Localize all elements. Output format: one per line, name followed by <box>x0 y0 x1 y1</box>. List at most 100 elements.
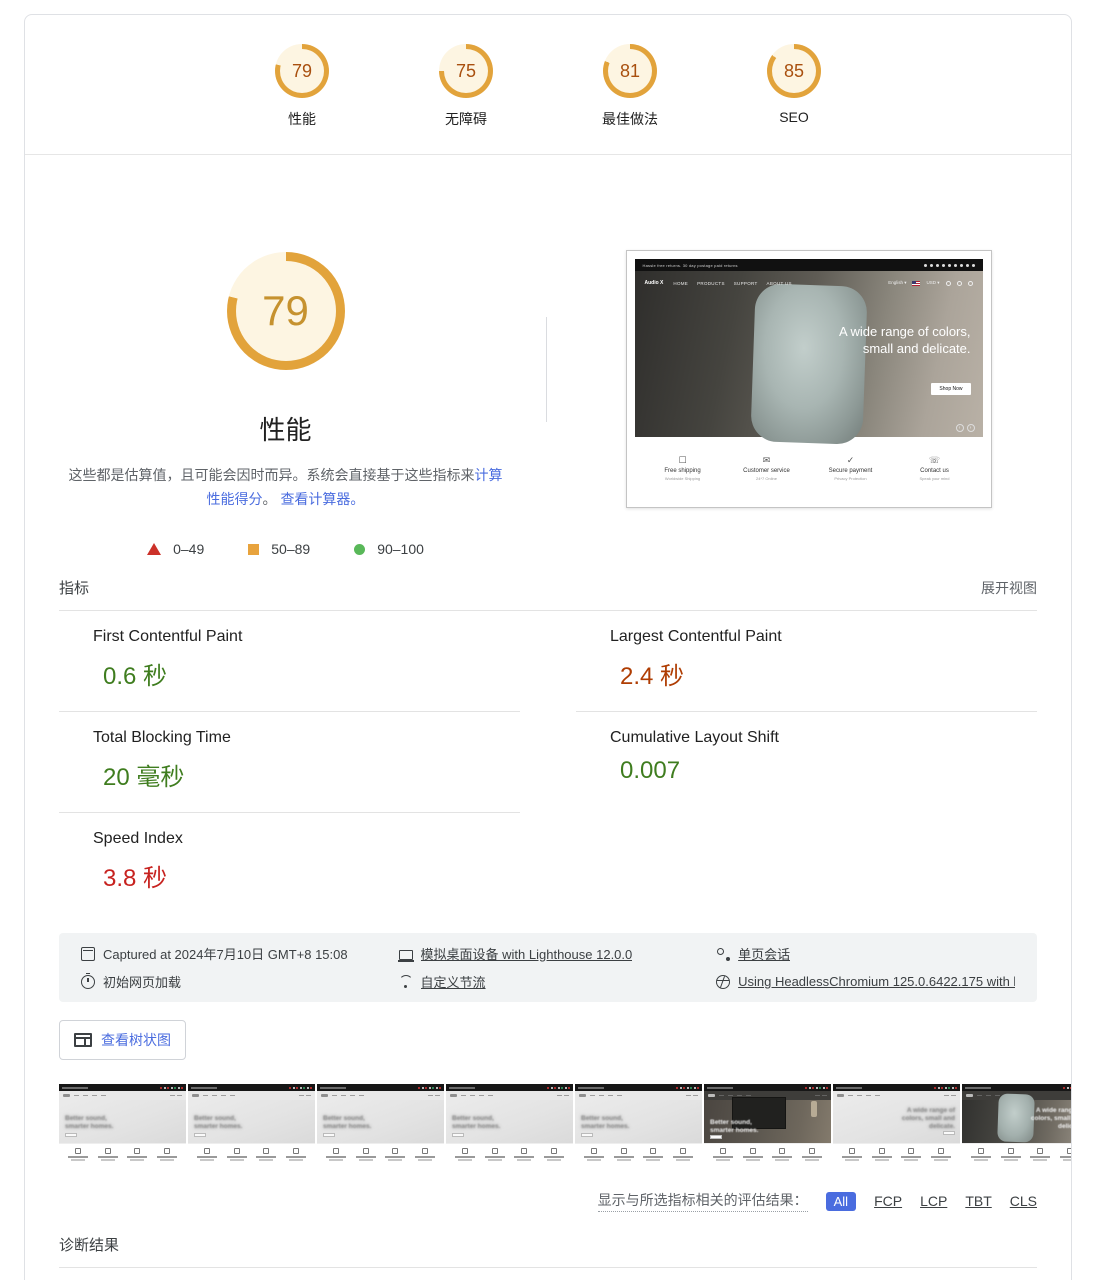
feature-shipping: ☐Free shippingWorldwide Shipping <box>646 456 720 481</box>
capture-time: Captured at 2024年7月10日 GMT+8 15:08 <box>81 944 399 963</box>
site-nav-right: English ▾ USD ▾ <box>888 280 972 286</box>
legend-range: 50–89 <box>271 541 310 557</box>
best-practices-gauge: 81 <box>603 44 657 98</box>
pass-circle-icon <box>354 544 365 555</box>
metric-value: 0.007 <box>620 757 1037 785</box>
filmstrip-frame-5: Better sound, smarter homes. <box>575 1084 702 1174</box>
best-practices-score: 81 <box>620 61 640 82</box>
performance-gauge: 79 <box>275 44 329 98</box>
metric-value: 20 毫秒 <box>103 757 520 792</box>
cart-icon <box>968 281 973 286</box>
metric-tbt: Total Blocking Time 20 毫秒 <box>59 712 520 813</box>
custom-throttling[interactable]: 自定义节流 <box>399 972 717 991</box>
mail-icon: ✉ <box>730 456 804 465</box>
filter-chip-cls[interactable]: CLS <box>1010 1193 1037 1209</box>
browser-icon <box>716 975 730 989</box>
expand-view-link[interactable]: 展开视图 <box>981 578 1037 598</box>
treemap-icon <box>74 1033 92 1047</box>
average-square-icon <box>248 544 259 555</box>
metrics-header: 指标 展开视图 <box>59 577 1037 611</box>
hero-text: A wide range of colors, small and delica… <box>821 323 971 357</box>
legend-range: 90–100 <box>377 541 424 557</box>
account-icon <box>957 281 962 286</box>
performance-description: 这些都是估算值，且可能会因时而异。系统会直接基于这些指标来计算性能得分。 查看计… <box>66 463 506 511</box>
filmstrip: Better sound, smarter homes. Better soun… <box>59 1084 1037 1174</box>
emulated-device[interactable]: 模拟桌面设备 with Lighthouse 12.0.0 <box>399 944 717 963</box>
calculator-link[interactable]: 查看计算器。 <box>280 491 364 507</box>
filter-chip-lcp[interactable]: LCP <box>920 1193 947 1209</box>
feature-service: ✉Customer service24*7 Online <box>730 456 804 481</box>
social-icons <box>924 264 975 267</box>
performance-label: 性能 <box>288 109 316 129</box>
site-nav-links: HOMEPRODUCTSSUPPORTABOUT US <box>673 281 791 286</box>
diagnostic-modern-image-formats[interactable]: 采用新一代格式提供图片 — 有望节省 1,506 KiB <box>59 1268 1037 1280</box>
shipping-icon: ☐ <box>646 456 720 465</box>
score-legend: 0–49 50–89 90–100 <box>147 541 424 557</box>
site-features: ☐Free shippingWorldwide Shipping ✉Custom… <box>635 437 983 499</box>
us-flag-icon <box>912 281 920 286</box>
session-icon <box>716 947 730 961</box>
main-performance-score: 79 <box>262 287 309 335</box>
filter-chip-fcp[interactable]: FCP <box>874 1193 902 1209</box>
throttling-icon <box>399 975 413 989</box>
carousel-arrows: ‹› <box>956 424 975 432</box>
metric-fcp: First Contentful Paint 0.6 秒 <box>59 611 520 712</box>
column-divider <box>546 317 547 422</box>
performance-summary: 79 性能 这些都是估算值，且可能会因时而异。系统会直接基于这些指标来计算性能得… <box>25 155 546 557</box>
metric-lcp: Largest Contentful Paint 2.4 秒 <box>576 611 1037 712</box>
stopwatch-icon <box>81 975 95 989</box>
section-title: 性能 <box>259 410 311 447</box>
phone-icon: ☏ <box>898 456 972 465</box>
site-nav: Audio X HOMEPRODUCTSSUPPORTABOUT US Engl… <box>635 271 983 295</box>
filmstrip-frame-7: A wide range of colors, small and delica… <box>833 1084 960 1174</box>
user-agent[interactable]: Using HeadlessChromium 125.0.6422.175 wi… <box>716 972 1015 991</box>
filmstrip-frame-8: A wide range of colors, small and delica… <box>962 1084 1072 1174</box>
single-page-session[interactable]: 单页会话 <box>716 944 1015 963</box>
site-hero: Audio X HOMEPRODUCTSSUPPORTABOUT US Engl… <box>635 271 983 437</box>
shop-now-button: Shop Now <box>931 383 970 395</box>
category-best-practices[interactable]: 81 最佳做法 <box>586 44 674 129</box>
prev-arrow-icon: ‹ <box>956 424 964 432</box>
filmstrip-frame-6: Better sound, smarter homes. <box>704 1084 831 1174</box>
feature-contact: ☏Contact usSpeak your mind <box>898 456 972 481</box>
description-period: 。 <box>263 491 277 507</box>
speaker-image <box>750 283 867 445</box>
category-seo[interactable]: 85 SEO <box>750 44 838 129</box>
category-accessibility[interactable]: 75 无障碍 <box>422 44 510 129</box>
filmstrip-frame-3: Better sound, smarter homes. <box>317 1084 444 1174</box>
metric-filter-row: 显示与所选指标相关的评估结果： All FCP LCP TBT CLS <box>59 1190 1037 1212</box>
calendar-icon <box>81 947 95 961</box>
filter-chip-all[interactable]: All <box>826 1192 856 1211</box>
language-selector: English ▾ <box>888 280 906 286</box>
category-performance[interactable]: 79 性能 <box>258 44 346 129</box>
site-logo: Audio X <box>645 280 664 286</box>
diagnostics-header: 诊断结果 <box>59 1224 1037 1268</box>
fail-triangle-icon <box>147 543 161 555</box>
lighthouse-report: 79 性能 75 无障碍 81 最佳做法 85 SEO 79 <box>24 14 1072 1280</box>
diagnostics-section: 诊断结果 采用新一代格式提供图片 — 有望节省 1,506 KiB 最大内容渲染… <box>59 1224 1037 1280</box>
topbar-text: Hassle free returns. 30 day postage paid… <box>643 263 738 268</box>
filter-chip-tbt[interactable]: TBT <box>965 1193 991 1209</box>
search-icon <box>946 281 951 286</box>
metric-value: 3.8 秒 <box>103 858 520 893</box>
filter-label: 显示与所选指标相关的评估结果： <box>598 1190 808 1212</box>
legend-pass: 90–100 <box>354 541 424 557</box>
feature-payment: ✓Secure paymentPrivacy Protection <box>814 456 888 481</box>
category-gauges: 79 性能 75 无障碍 81 最佳做法 85 SEO <box>25 15 1071 155</box>
main-performance-gauge: 79 <box>227 252 345 370</box>
legend-fail: 0–49 <box>147 541 204 557</box>
legend-average: 50–89 <box>248 541 310 557</box>
view-treemap-button[interactable]: 查看树状图 <box>59 1020 186 1060</box>
metric-cls: Cumulative Layout Shift 0.007 <box>576 712 1037 813</box>
runtime-settings-bar: Captured at 2024年7月10日 GMT+8 15:08 模拟桌面设… <box>59 933 1037 1002</box>
description-text: 这些都是估算值，且可能会因时而异。系统会直接基于这些指标来 <box>69 467 475 483</box>
final-screenshot-panel: Hassle free returns. 30 day postage paid… <box>546 155 1071 557</box>
accessibility-label: 无障碍 <box>445 109 487 129</box>
best-practices-label: 最佳做法 <box>602 109 658 129</box>
metric-value: 0.6 秒 <box>103 656 520 691</box>
shield-icon: ✓ <box>814 456 888 465</box>
seo-gauge: 85 <box>767 44 821 98</box>
final-screenshot[interactable]: Hassle free returns. 30 day postage paid… <box>626 250 992 508</box>
metric-speed-index: Speed Index 3.8 秒 <box>59 813 520 913</box>
metric-value: 2.4 秒 <box>620 656 1037 691</box>
